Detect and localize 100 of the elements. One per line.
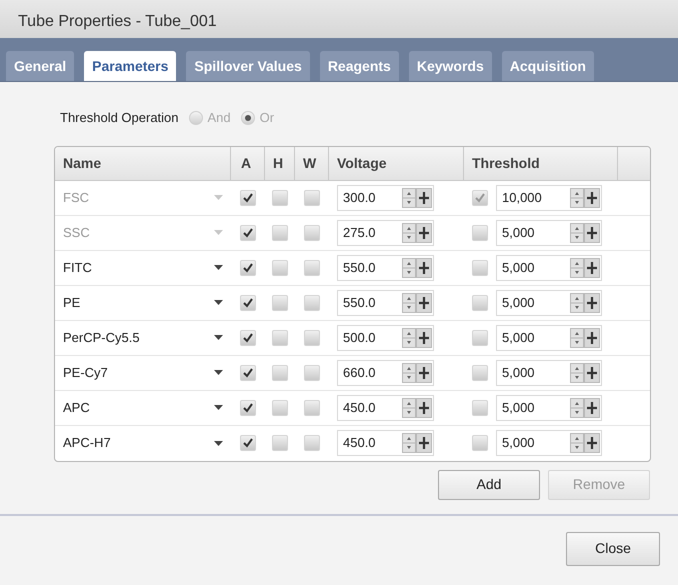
- column-header[interactable]: Voltage: [329, 146, 464, 180]
- checkbox[interactable]: [240, 294, 256, 310]
- tab[interactable]: Parameters: [84, 51, 176, 81]
- spinner-arrows-icon[interactable]: [570, 222, 584, 242]
- plus-icon[interactable]: [416, 398, 432, 418]
- plus-icon[interactable]: [416, 292, 432, 312]
- table-button[interactable]: Add: [438, 470, 540, 500]
- checkbox[interactable]: [272, 400, 288, 416]
- checkbox[interactable]: [272, 330, 288, 346]
- checkbox[interactable]: [472, 364, 488, 380]
- voltage-field[interactable]: 500.0: [337, 324, 434, 350]
- dropdown-arrow-icon[interactable]: [214, 440, 223, 446]
- checkbox[interactable]: [304, 260, 320, 276]
- checkbox[interactable]: [472, 435, 488, 451]
- dropdown-arrow-icon[interactable]: [214, 370, 223, 375]
- checkbox[interactable]: [472, 294, 488, 310]
- spinner-arrows-icon[interactable]: [570, 188, 584, 208]
- column-header[interactable]: Threshold: [464, 146, 618, 180]
- checkbox[interactable]: [240, 260, 256, 276]
- parameter-name: SSC: [63, 224, 90, 242]
- plus-icon[interactable]: [584, 328, 600, 348]
- checkbox[interactable]: [472, 260, 488, 276]
- window-title: Tube Properties - Tube_001: [18, 12, 217, 32]
- spinner-arrows-icon[interactable]: [402, 188, 416, 208]
- spinner-arrows-icon[interactable]: [402, 328, 416, 348]
- checkbox[interactable]: [240, 435, 256, 451]
- threshold-field[interactable]: 5,000: [496, 360, 602, 386]
- plus-icon[interactable]: [416, 258, 432, 278]
- checkbox[interactable]: [304, 330, 320, 346]
- parameter-name: FITC: [63, 258, 92, 277]
- threshold-field[interactable]: 5,000: [496, 394, 602, 420]
- checkbox[interactable]: [472, 330, 488, 346]
- check-icon: [242, 192, 254, 204]
- check-icon: [242, 437, 254, 449]
- checkbox[interactable]: [240, 330, 256, 346]
- checkbox[interactable]: [304, 364, 320, 380]
- check-icon: [242, 226, 254, 238]
- spinner-arrows-icon[interactable]: [402, 222, 416, 242]
- spinner-arrows-icon[interactable]: [402, 433, 416, 453]
- checkbox[interactable]: [240, 364, 256, 380]
- plus-icon[interactable]: [584, 188, 600, 208]
- spinner-arrows-icon[interactable]: [570, 328, 584, 348]
- dropdown-arrow-icon[interactable]: [214, 335, 223, 340]
- threshold-field[interactable]: 5,000: [496, 324, 602, 350]
- spinner-arrows-icon[interactable]: [570, 292, 584, 312]
- voltage-field[interactable]: 450.0: [337, 430, 434, 456]
- spinner-arrows-icon[interactable]: [402, 362, 416, 382]
- check-icon: [242, 366, 254, 378]
- checkbox[interactable]: [304, 400, 320, 416]
- plus-icon[interactable]: [416, 433, 432, 453]
- spinner-arrows-icon[interactable]: [570, 433, 584, 453]
- check-icon: [242, 332, 254, 344]
- plus-icon[interactable]: [584, 292, 600, 312]
- checkbox[interactable]: [304, 294, 320, 310]
- close-button[interactable]: Close: [566, 532, 660, 566]
- dropdown-arrow-icon[interactable]: [214, 265, 223, 270]
- check-icon: [242, 262, 254, 274]
- parameter-name: PE: [63, 294, 80, 312]
- column-header[interactable]: Name: [55, 146, 231, 180]
- plus-icon[interactable]: [416, 362, 432, 382]
- plus-icon[interactable]: [584, 258, 600, 278]
- plus-icon[interactable]: [416, 328, 432, 348]
- checkbox[interactable]: [472, 400, 488, 416]
- checkbox[interactable]: [272, 294, 288, 310]
- spinner-arrows-icon[interactable]: [402, 292, 416, 312]
- column-header[interactable]: W: [295, 146, 329, 180]
- checkbox[interactable]: [272, 435, 288, 451]
- parameter-name: PE-Cy7: [63, 364, 108, 382]
- plus-icon[interactable]: [584, 362, 600, 382]
- dropdown-arrow-icon[interactable]: [214, 405, 223, 410]
- plus-icon[interactable]: [584, 433, 600, 453]
- column-header[interactable]: H: [265, 146, 295, 180]
- plus-icon[interactable]: [416, 222, 432, 242]
- parameter-name: APC-H7: [63, 434, 111, 452]
- threshold-field[interactable]: 5,000: [496, 430, 602, 456]
- column-header[interactable]: A: [231, 146, 265, 180]
- checkbox[interactable]: [240, 400, 256, 416]
- plus-icon[interactable]: [584, 398, 600, 418]
- voltage-field[interactable]: 550.0: [337, 254, 434, 280]
- plus-icon[interactable]: [584, 222, 600, 242]
- voltage-field[interactable]: 550.0: [337, 290, 434, 316]
- voltage-field[interactable]: 660.0: [337, 360, 434, 386]
- spinner-arrows-icon[interactable]: [402, 398, 416, 418]
- dropdown-arrow-icon[interactable]: [214, 300, 223, 305]
- check-icon: [242, 402, 254, 414]
- spinner-arrows-icon[interactable]: [402, 258, 416, 278]
- threshold-field[interactable]: 5,000: [496, 290, 602, 316]
- checkbox[interactable]: [272, 364, 288, 380]
- checkbox[interactable]: [272, 260, 288, 276]
- threshold-field[interactable]: 5,000: [496, 254, 602, 280]
- spinner-arrows-icon[interactable]: [570, 362, 584, 382]
- check-icon: [474, 192, 486, 204]
- plus-icon[interactable]: [416, 188, 432, 208]
- parameter-name: PerCP-Cy5.5: [63, 328, 140, 347]
- threshold-operation-label: Threshold Operation: [60, 109, 179, 127]
- spinner-arrows-icon[interactable]: [570, 398, 584, 418]
- voltage-field[interactable]: 450.0: [337, 394, 434, 420]
- check-icon: [242, 296, 254, 308]
- checkbox[interactable]: [304, 435, 320, 451]
- spinner-arrows-icon[interactable]: [570, 258, 584, 278]
